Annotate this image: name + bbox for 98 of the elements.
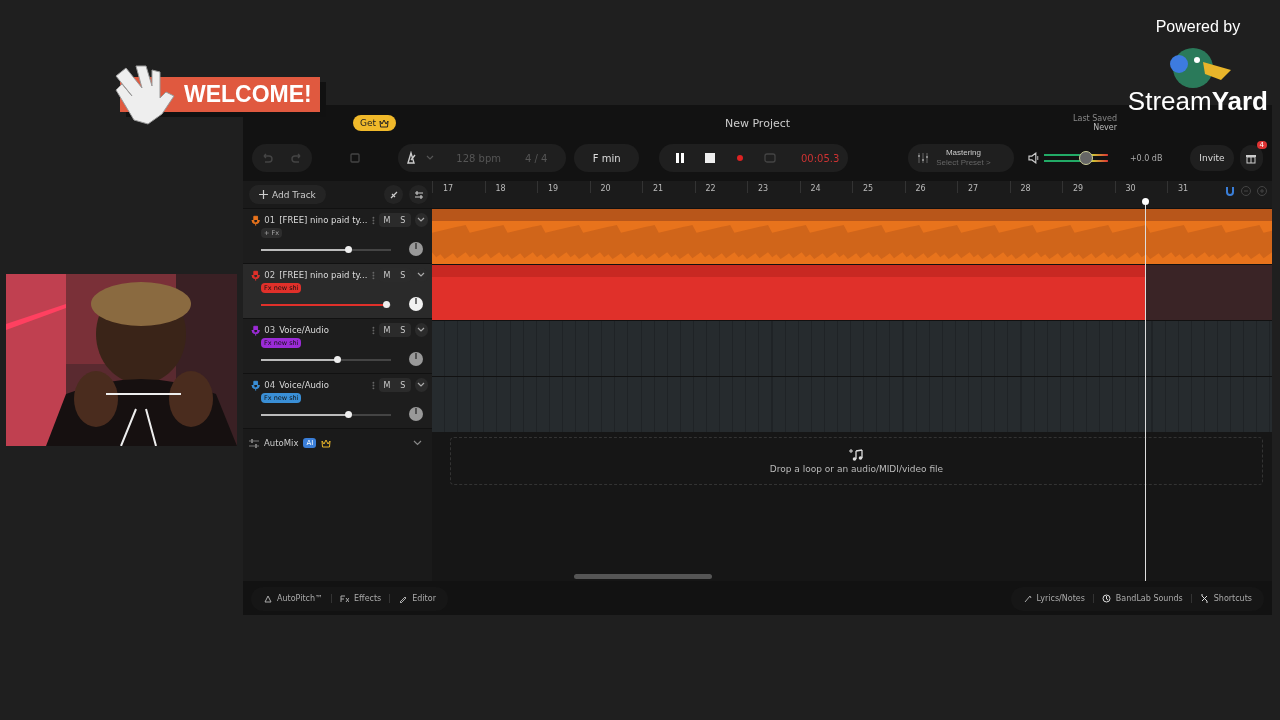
brand-name: StreamYard [1127, 86, 1268, 117]
bar-number: 26 [904, 181, 957, 193]
stop-icon [702, 151, 717, 165]
drop-hint: Drop a loop or an audio/MIDI/video file [769, 464, 944, 474]
solo-button[interactable]: S [394, 323, 411, 337]
solo-button[interactable]: S [394, 268, 411, 282]
track-name[interactable]: Voice/Audio [279, 325, 369, 335]
toolbar-button[interactable]: Shortcuts [1191, 594, 1260, 603]
drop-zone[interactable]: Drop a loop or an audio/MIDI/video file [450, 437, 1263, 485]
toolbar-button[interactable]: BandLab Sounds [1093, 594, 1192, 603]
track-lane[interactable] [432, 376, 1272, 432]
plus-icon [259, 190, 268, 199]
mute-button[interactable]: M [378, 213, 395, 227]
track-name[interactable]: [FREE] nino paid ty... [279, 270, 369, 280]
track-lane[interactable] [432, 320, 1272, 376]
magnet-icon[interactable] [1224, 185, 1236, 197]
crown-icon [321, 438, 332, 448]
bar-number: 30 [1114, 181, 1167, 193]
speaker-icon[interactable] [1027, 152, 1040, 164]
microphone-icon[interactable] [251, 379, 261, 391]
audio-clip[interactable] [432, 265, 1146, 320]
solo-button[interactable]: S [394, 378, 411, 392]
bar-number: 29 [1062, 181, 1115, 193]
chevron-icon [417, 327, 426, 333]
expand-button[interactable] [414, 378, 428, 392]
music-note-icon [848, 448, 865, 462]
bar-number: 20 [589, 181, 642, 193]
chevron-icon [417, 272, 426, 278]
fx-icon [340, 594, 350, 603]
key-button[interactable]: F min [574, 144, 639, 172]
square-icon [347, 151, 362, 165]
command-icon [1199, 594, 1209, 603]
add-track-button[interactable]: Add Track [249, 185, 326, 204]
scrollbar[interactable] [574, 574, 712, 579]
chevron-icon [417, 382, 426, 388]
track-settings-button[interactable] [409, 185, 428, 204]
bar-number: 21 [642, 181, 695, 193]
clock-icon [1101, 594, 1111, 603]
timeline-ruler[interactable]: 17 18 19 20 21 22 23 24 25 26 27 28 29 30 31 [432, 181, 1272, 208]
mute-button[interactable]: M [378, 268, 395, 282]
settings-icon [413, 189, 424, 200]
audio-clip[interactable] [432, 209, 1272, 264]
bar-number: 18 [484, 181, 537, 193]
chevron-icon[interactable] [413, 440, 422, 446]
toolbar-button[interactable]: AutoPitch™ [255, 594, 333, 603]
bar-number: 19 [537, 181, 590, 193]
invite-button[interactable]: Invite [1190, 145, 1234, 171]
powered-by-text: Powered by [1155, 18, 1241, 36]
last-saved-value: Never [1093, 123, 1117, 132]
bar-number: 24 [799, 181, 852, 193]
solo-button[interactable]: S [394, 213, 411, 227]
track-number: 02 [264, 270, 276, 280]
mastering-button[interactable]: Mastering Select Preset > [908, 144, 1014, 172]
get-button[interactable]: Get [353, 115, 397, 131]
sliders-icon [916, 151, 931, 165]
more-icon[interactable] [372, 380, 375, 390]
tuning-fork-button[interactable] [384, 185, 403, 204]
playhead-handle[interactable] [1142, 198, 1150, 205]
chevron-icon [417, 217, 426, 223]
pencil-icon [1022, 594, 1032, 603]
master-volume-slider[interactable] [1043, 151, 1108, 165]
track-name[interactable]: Voice/Audio [279, 380, 369, 390]
last-saved-label: Last Saved [1073, 114, 1117, 123]
more-icon[interactable] [372, 325, 375, 335]
automix-icon[interactable] [249, 438, 259, 448]
bar-number: 17 [432, 181, 485, 193]
bar-number: 31 [1167, 181, 1220, 193]
automix-label[interactable]: AutoMix [264, 438, 299, 448]
microphone-icon[interactable] [251, 269, 261, 281]
more-icon[interactable] [372, 215, 375, 225]
expand-button[interactable] [414, 213, 428, 227]
triangle-icon [263, 594, 272, 603]
mute-button[interactable]: M [378, 323, 395, 337]
bar-number: 25 [852, 181, 905, 193]
mute-button[interactable]: M [378, 378, 395, 392]
toolbar-button[interactable]: Lyrics/Notes [1014, 594, 1094, 603]
gift-icon [1245, 152, 1258, 164]
crown-icon [379, 118, 390, 128]
volume-reading: +0.0 dB [1129, 153, 1164, 163]
bar-number: 23 [747, 181, 800, 193]
tuning-fork-icon [388, 189, 399, 200]
expand-button[interactable] [414, 323, 428, 337]
microphone-icon[interactable] [251, 324, 261, 336]
time-display: 00:05.3 [800, 152, 840, 164]
project-title: New Project [724, 116, 791, 130]
bar-number: 28 [1009, 181, 1062, 193]
track-number: 04 [264, 380, 276, 390]
loop-icon [762, 151, 777, 165]
track-number: 01 [264, 215, 276, 225]
toolbar-button[interactable]: Editor [390, 594, 444, 603]
microphone-icon[interactable] [251, 214, 261, 226]
track-number: 03 [264, 325, 276, 335]
pencil-icon [398, 594, 408, 603]
bar-number: 27 [957, 181, 1010, 193]
bar-number: 22 [694, 181, 747, 193]
toolbar-button[interactable]: Effects [332, 594, 391, 603]
track-name[interactable]: [FREE] nino paid ty... [279, 215, 369, 225]
more-icon[interactable] [372, 270, 375, 280]
